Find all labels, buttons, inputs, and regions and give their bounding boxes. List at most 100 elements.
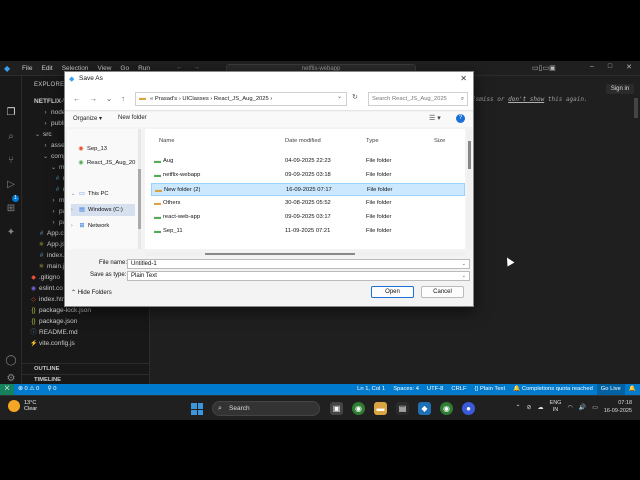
nav-item-network[interactable]: › ⊞ Network <box>71 220 109 232</box>
python-icon[interactable]: ✦ <box>5 227 17 239</box>
clock[interactable]: 07:18 16-09-2025 <box>604 399 632 415</box>
vscode-logo-icon: ◆ <box>4 64 11 73</box>
taskbar-search[interactable]: ⌕ Search <box>212 401 320 416</box>
copilot-status[interactable]: 🔔 Completions quota reached <box>509 384 597 395</box>
menu-edit[interactable]: Edit <box>41 65 52 72</box>
vscode-taskbar-icon[interactable]: ◆ <box>418 402 431 415</box>
dialog-title: Save As <box>79 75 103 82</box>
activity-bar: ❐ ⌕ ⑂ ▷ ⊞ 1 ✦ ◯ ⚙ <box>0 76 22 384</box>
column-size[interactable]: Size <box>434 138 445 144</box>
column-date[interactable]: Date modified <box>285 138 321 144</box>
file-list-scrollbar[interactable] <box>467 129 472 249</box>
file-row[interactable]: ▬ Aug 04-09-2025 22:23 File folder <box>151 155 465 168</box>
maximize-icon[interactable]: □ <box>608 63 612 71</box>
file-row[interactable]: ▬ react-web-app 09-09-2025 03:17 File fo… <box>151 211 465 224</box>
horizontal-scrollbar[interactable] <box>145 252 465 256</box>
tree-item[interactable]: {} package.json <box>30 316 77 327</box>
file-row[interactable]: ▬ Others 30-08-2025 05:52 File folder <box>151 197 465 210</box>
chrome-icon[interactable]: ◉ <box>352 402 365 415</box>
nav-arrows[interactable]: ←→ <box>176 64 210 71</box>
file-row-selected[interactable]: ▬ New folder (2) 16-09-2025 07:17 File f… <box>151 183 465 196</box>
nav-item-windows-c[interactable]: › ▤ Windows (C:) <box>71 204 135 216</box>
chrome-profile-icon[interactable]: ◉ <box>440 402 453 415</box>
address-dropdown-icon[interactable]: ⌄ <box>337 93 342 100</box>
editor-scrollbar[interactable] <box>634 98 638 118</box>
account-icon[interactable]: ◯ <box>5 355 17 367</box>
explorer-icon[interactable]: ❐ <box>5 107 17 119</box>
start-button[interactable] <box>191 403 203 415</box>
task-view-icon[interactable]: ▣ <box>330 402 343 415</box>
extensions-badge: 1 <box>12 195 19 202</box>
file-row[interactable]: ▬ Sep_11 11-09-2025 07:21 File folder <box>151 225 465 238</box>
language-indicator[interactable]: ENG IN <box>550 400 562 414</box>
tree-item[interactable]: # App.ca <box>38 228 67 239</box>
organize-button[interactable]: Organize ▾ <box>73 115 102 122</box>
run-debug-icon[interactable]: ▷ <box>5 179 17 191</box>
save-type-select[interactable]: Plain Text ⌄ <box>127 271 470 281</box>
encoding[interactable]: UTF-8 <box>423 384 447 395</box>
wifi-icon[interactable]: ◠ <box>567 404 572 411</box>
nav-item-this-pc[interactable]: ⌄ ▭ This PC <box>71 188 109 200</box>
refresh-icon[interactable]: ↻ <box>352 93 358 101</box>
tree-item[interactable]: ◇ index.htm <box>30 294 67 305</box>
language-mode[interactable]: {} Plain Text <box>471 384 510 395</box>
sign-in-button[interactable]: Sign in <box>606 84 634 94</box>
new-folder-button[interactable]: New folder <box>118 115 147 121</box>
weather-widget[interactable]: 13°C Clear <box>8 400 37 412</box>
tree-item[interactable]: ⚡ vite.config.js <box>30 338 75 349</box>
tree-item[interactable]: ⓘ README.md <box>30 327 77 338</box>
line-ending[interactable]: CRLF <box>447 384 470 395</box>
minimize-icon[interactable]: – <box>590 63 594 71</box>
file-name-input[interactable]: Untitled-1 ⌄ <box>127 259 470 269</box>
cloud-icon[interactable]: ☁ <box>538 404 544 411</box>
source-control-icon[interactable]: ⑂ <box>5 155 17 167</box>
tree-item[interactable]: ◆ .gitigno <box>30 272 60 283</box>
open-button[interactable]: Open <box>371 286 414 298</box>
vscode-logo-icon: ◆ <box>69 76 75 83</box>
cancel-button[interactable]: Cancel <box>421 286 464 298</box>
navpane-scrollbar[interactable] <box>138 129 141 249</box>
address-bar[interactable]: ▬ « Prasad's › UIClasses › React_JS_Aug_… <box>135 92 347 106</box>
nav-item[interactable]: ◉ Sep_13 <box>77 143 107 155</box>
app-icon[interactable]: ● <box>462 402 475 415</box>
record-icon[interactable]: ⊘ <box>527 404 532 411</box>
save-type-label: Save as type: <box>90 272 127 278</box>
back-arrow-icon[interactable]: ← <box>73 94 81 103</box>
tree-item[interactable]: ⌄ src <box>34 129 52 140</box>
folder-search-input[interactable]: Search React_JS_Aug_2025 ⌕ <box>368 92 468 106</box>
indentation[interactable]: Spaces: 4 <box>389 384 423 395</box>
chevron-down-icon[interactable]: ⌄ <box>106 94 112 103</box>
dialog-titlebar: ◆ Save As ✕ <box>65 72 473 87</box>
chevron-up-icon[interactable]: ⌃ <box>515 404 520 411</box>
file-explorer-icon[interactable]: ▬ <box>374 402 387 415</box>
timeline-section[interactable]: TIMELINE <box>22 374 150 384</box>
column-type[interactable]: Type <box>366 138 379 144</box>
help-icon[interactable]: ? <box>456 114 465 123</box>
terminal-icon[interactable]: ▤ <box>396 402 409 415</box>
tree-item[interactable]: ◉ eslint.co <box>30 283 63 294</box>
go-live-button[interactable]: Go Live <box>596 384 625 395</box>
chevron-up-icon: ⌃ <box>71 290 78 296</box>
close-icon[interactable]: ✕ <box>460 74 467 83</box>
ports-count[interactable]: ⚲ 0 <box>43 384 60 395</box>
close-icon[interactable]: ✕ <box>626 63 632 71</box>
column-name[interactable]: Name <box>159 138 174 144</box>
remote-icon[interactable]: ⨉ <box>0 384 14 395</box>
screen: ◆ File Edit Selection View Go Run ←→ net… <box>0 61 640 420</box>
cursor-position[interactable]: Ln 1, Col 1 <box>353 384 389 395</box>
nav-item[interactable]: ◉ React_JS_Aug_20 <box>77 157 135 169</box>
forward-arrow-icon[interactable]: → <box>90 94 98 103</box>
battery-icon[interactable]: ▭ <box>592 404 598 411</box>
search-icon[interactable]: ⌕ <box>5 131 17 143</box>
extensions-icon[interactable]: ⊞ <box>5 203 17 215</box>
menu-file[interactable]: File <box>22 65 32 72</box>
layout-icons[interactable]: ▭▯▭▣ <box>532 64 556 72</box>
problems-count[interactable]: ⊗ 0 ⚠ 0 <box>14 384 43 395</box>
file-row[interactable]: ▬ netflix-webapp 09-09-2025 03:18 File f… <box>151 169 465 182</box>
up-arrow-icon[interactable]: ↑ <box>121 94 125 103</box>
volume-icon[interactable]: 🔊 <box>579 404 586 411</box>
view-options-icon[interactable]: ☰ ▾ <box>429 114 441 122</box>
notifications-bell-icon[interactable]: 🔔 <box>625 384 640 395</box>
hide-folders-toggle[interactable]: ⌃ Hide Folders <box>71 289 112 296</box>
outline-section[interactable]: OUTLINE <box>22 363 150 373</box>
